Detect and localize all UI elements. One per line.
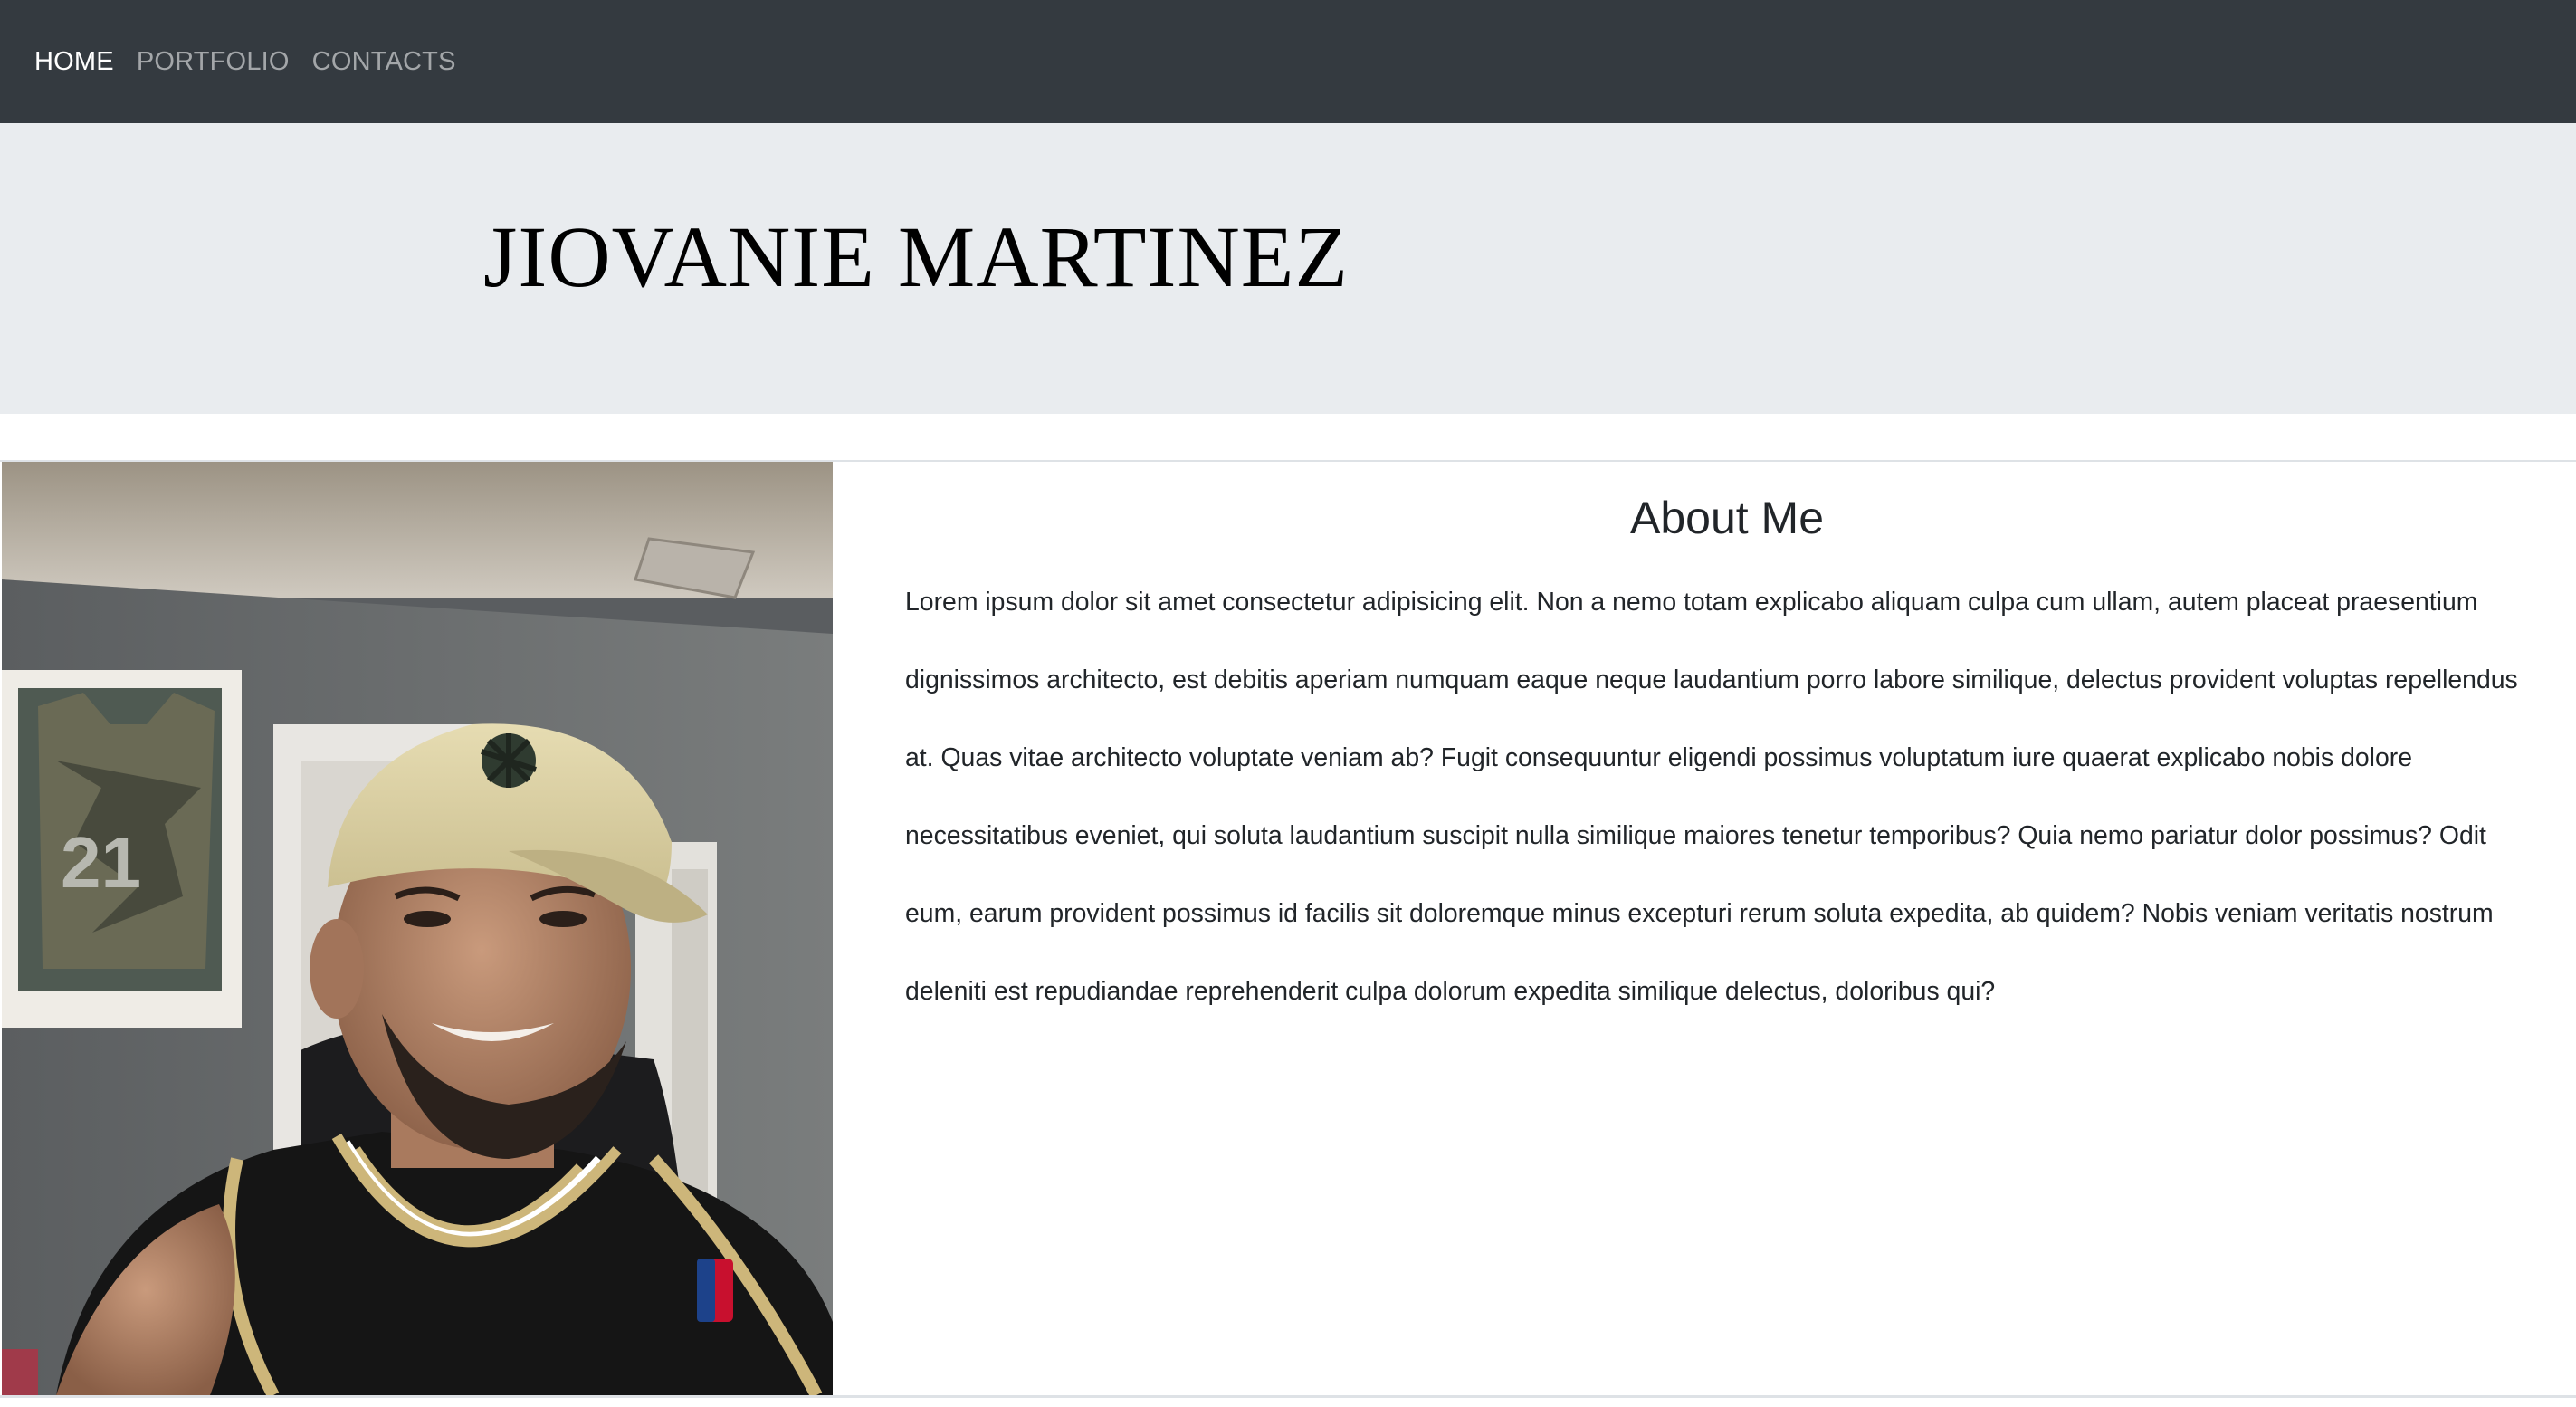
nav-portfolio-link[interactable]: PORTFOLIO (137, 47, 290, 77)
about-paragraph: Lorem ipsum dolor sit amet consectetur a… (905, 588, 2518, 1006)
about-content: About Me Lorem ipsum dolor sit amet cons… (833, 462, 2576, 1395)
nav-home-link[interactable]: HOME (34, 47, 114, 77)
about-heading: About Me (1629, 493, 1824, 543)
section-divider (0, 414, 2576, 462)
nav-contacts-link[interactable]: CONTACTS (312, 47, 456, 77)
hero-banner: JIOVANIE MARTINEZ (0, 123, 2576, 414)
top-navbar: HOME PORTFOLIO CONTACTS (0, 0, 2576, 123)
svg-text:21: 21 (61, 822, 141, 903)
page-title: JIOVANIE MARTINEZ (483, 208, 1350, 305)
about-section: 21 21 About Me Lorem ipsum dolor sit ame… (0, 462, 2576, 1398)
profile-photo: 21 21 (2, 462, 833, 1395)
